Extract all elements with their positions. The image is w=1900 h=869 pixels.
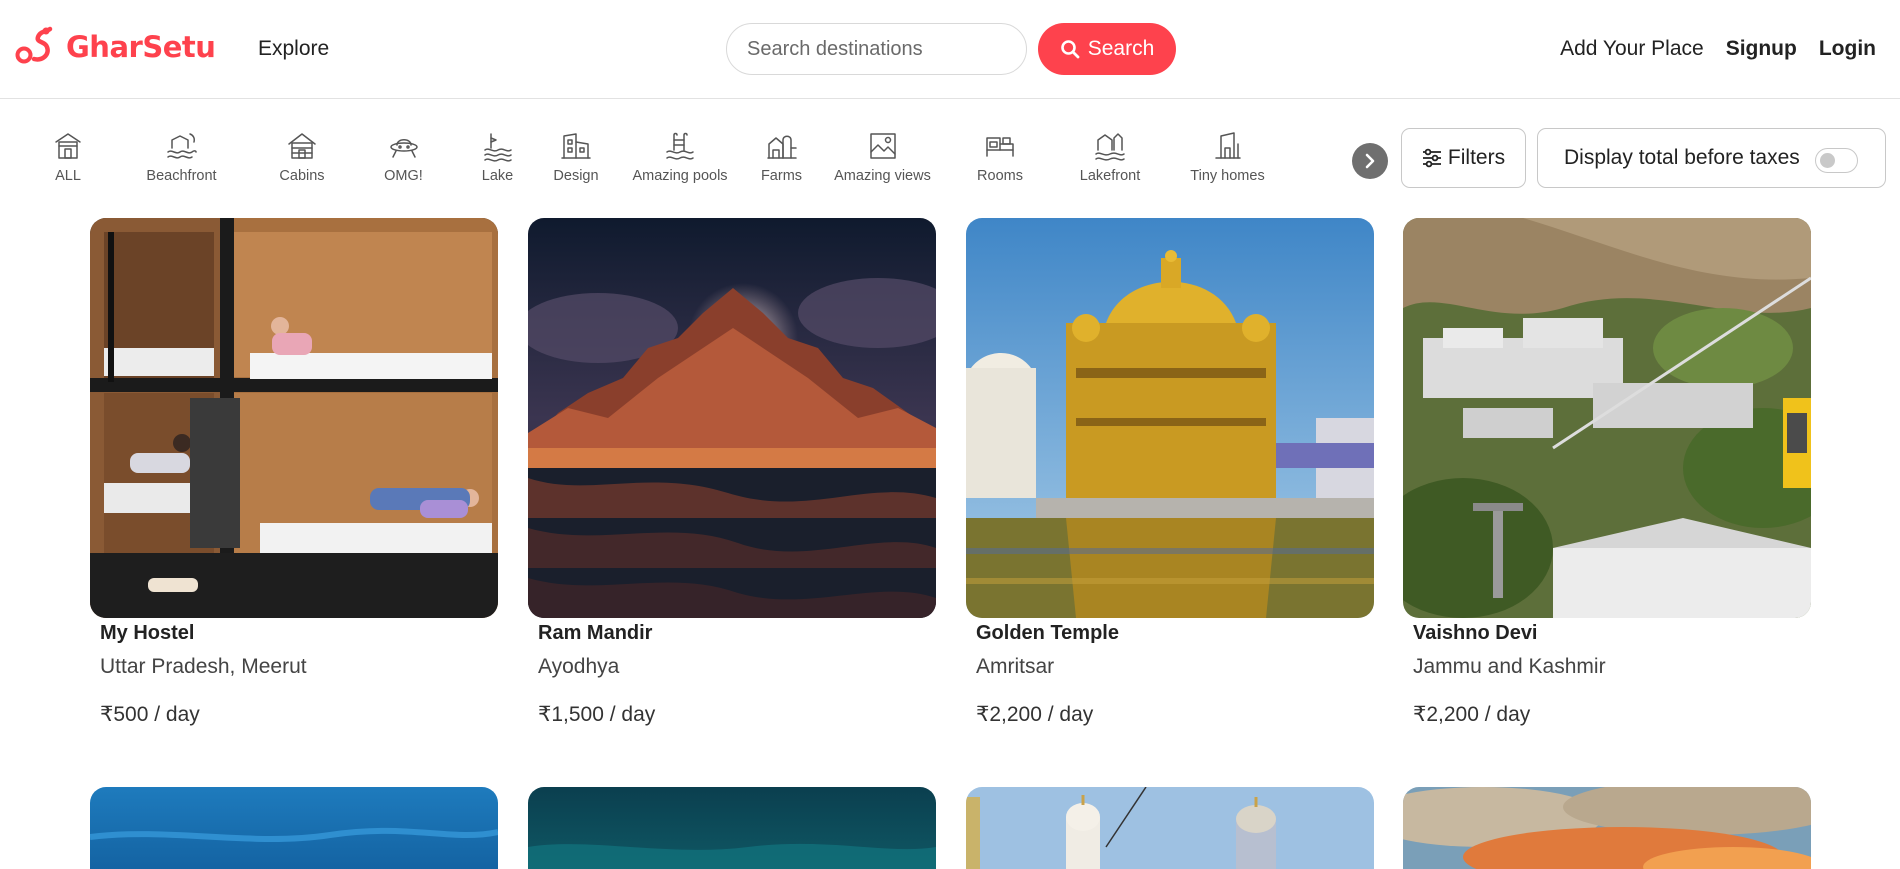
listing-title: Vaishno Devi (1413, 622, 1538, 644)
search-input[interactable] (726, 23, 1027, 75)
design-building-icon (561, 133, 591, 159)
search-bar: Search (726, 23, 1176, 75)
ocean-photo (528, 787, 936, 869)
ufo-icon (389, 139, 418, 158)
chevron-right-icon (1365, 153, 1375, 169)
tax-display-label: Display total before taxes (1564, 146, 1800, 169)
listing-price: ₹500 / day (100, 703, 200, 726)
listing-title: Golden Temple (976, 622, 1119, 644)
category-amazing-pools[interactable]: Amazing pools (617, 130, 743, 192)
category-all[interactable]: ALL (30, 130, 106, 192)
sea-photo (90, 787, 498, 869)
farm-icon (766, 135, 797, 159)
listing-image[interactable] (966, 787, 1374, 869)
listing-image[interactable] (90, 218, 498, 618)
lake-icon (483, 133, 512, 162)
add-your-place-link[interactable]: Add Your Place (1560, 37, 1704, 61)
listing-card[interactable]: My Hostel Uttar Pradesh, Meerut ₹500 / d… (90, 218, 498, 727)
cabin-icon (288, 133, 316, 159)
listing-location: Amritsar (976, 655, 1055, 678)
category-label: Amazing pools (632, 168, 728, 184)
ram-mandir-photo (528, 218, 936, 618)
category-lakefront[interactable]: Lakefront (1055, 130, 1165, 192)
category-omg[interactable]: OMG! (347, 130, 460, 192)
explore-link[interactable]: Explore (258, 37, 329, 61)
beachfront-icon (166, 133, 197, 159)
tiny-home-icon (1214, 132, 1241, 159)
lakefront-icon (1095, 133, 1125, 161)
listing-image[interactable] (528, 787, 936, 869)
tax-toggle[interactable] (1815, 148, 1858, 173)
category-bar: ALL Beachfront Cabins OMG! Lake Design A… (30, 130, 1385, 192)
category-farms[interactable]: Farms (743, 130, 820, 192)
house-icon (55, 133, 81, 159)
category-tiny-homes[interactable]: Tiny homes (1165, 130, 1290, 192)
vaishno-devi-photo (1403, 218, 1811, 618)
listing-location: Ayodhya (538, 655, 620, 678)
golden-temple-photo (966, 218, 1374, 618)
listing-card[interactable]: Golden Temple Amritsar ₹2,200 / day (966, 218, 1374, 727)
brand-name: GharSetu (66, 30, 216, 64)
brand-logo[interactable]: GharSetu (14, 25, 216, 69)
category-label: Cabins (279, 168, 325, 184)
category-label: Lake (481, 168, 514, 184)
listing-price: ₹2,200 / day (976, 703, 1094, 726)
listing-card[interactable]: Ram Mandir Ayodhya ₹1,500 / day (528, 218, 936, 727)
bed-room-icon (986, 137, 1014, 157)
tax-display-switch: Display total before taxes (1537, 128, 1886, 188)
view-frame-icon (869, 133, 896, 159)
toggle-knob (1820, 153, 1835, 168)
listing-card[interactable]: Vaishno Devi Jammu and Kashmir ₹2,200 / … (1403, 218, 1811, 727)
logo-icon (15, 26, 53, 64)
category-rooms[interactable]: Rooms (945, 130, 1055, 192)
search-button[interactable]: Search (1038, 23, 1176, 75)
listing-image[interactable] (1403, 218, 1811, 618)
top-navbar: GharSetu Explore Search Add Your Place S… (0, 0, 1900, 99)
category-label: Lakefront (1079, 168, 1141, 184)
nav-right: Add Your Place Signup Login (1560, 37, 1876, 61)
minaret-photo (966, 787, 1374, 869)
category-lake[interactable]: Lake (460, 130, 535, 192)
category-next-button[interactable] (1352, 143, 1388, 179)
category-label: Tiny homes (1190, 168, 1265, 184)
category-label: Amazing views (834, 168, 931, 184)
login-link[interactable]: Login (1819, 37, 1876, 61)
listing-price: ₹2,200 / day (1413, 703, 1531, 726)
listing-image[interactable] (528, 218, 936, 618)
category-label: Beachfront (146, 168, 217, 184)
listing-image[interactable] (966, 218, 1374, 618)
sliders-icon (1422, 148, 1441, 168)
category-label: Farms (760, 168, 803, 184)
category-label: Design (553, 168, 599, 184)
filters-button[interactable]: Filters (1401, 128, 1526, 188)
category-beachfront[interactable]: Beachfront (106, 130, 257, 192)
hostel-photo (90, 218, 498, 618)
pool-icon (666, 132, 694, 160)
search-icon (1060, 40, 1080, 59)
category-amazing-views[interactable]: Amazing views (820, 130, 945, 192)
search-button-label: Search (1087, 37, 1155, 60)
category-design[interactable]: Design (535, 130, 617, 192)
listing-price: ₹1,500 / day (538, 703, 656, 726)
listing-image[interactable] (1403, 787, 1811, 869)
listing-location: Uttar Pradesh, Meerut (100, 655, 307, 678)
listing-title: Ram Mandir (538, 622, 653, 644)
category-cabins[interactable]: Cabins (257, 130, 347, 192)
listing-location: Jammu and Kashmir (1413, 655, 1606, 678)
filters-label: Filters (1447, 146, 1506, 169)
listing-image[interactable] (90, 787, 498, 869)
category-label: ALL (55, 168, 81, 184)
category-label: Rooms (977, 168, 1023, 184)
listing-title: My Hostel (100, 622, 195, 644)
category-label: OMG! (384, 168, 423, 184)
signup-link[interactable]: Signup (1726, 37, 1797, 61)
sunset-clouds-photo (1403, 787, 1811, 869)
